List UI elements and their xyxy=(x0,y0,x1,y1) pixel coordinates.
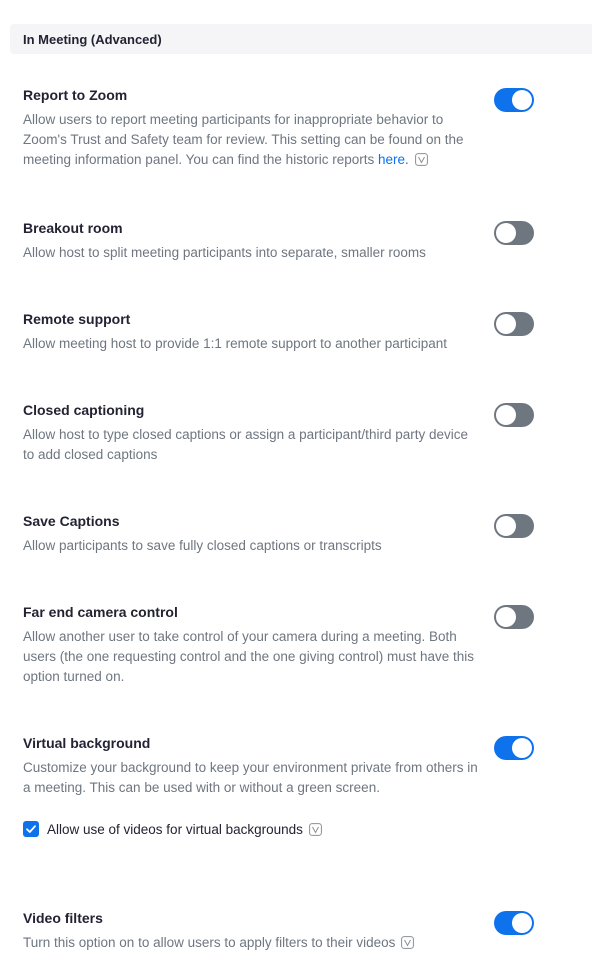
toggle-knob xyxy=(496,223,516,243)
virtual-background-toggle[interactable] xyxy=(494,736,534,760)
setting-video-filters: Video filters Turn this option on to all… xyxy=(23,909,478,953)
setting-description: Allow users to report meeting participan… xyxy=(23,112,464,167)
allow-video-backgrounds-checkbox[interactable] xyxy=(23,821,39,837)
toggle-knob xyxy=(496,516,516,536)
closed-captioning-toggle[interactable] xyxy=(494,403,534,427)
setting-description: Allow another user to take control of yo… xyxy=(23,629,475,684)
report-to-zoom-toggle[interactable] xyxy=(494,88,534,112)
setting-title: Virtual background xyxy=(23,735,151,751)
breakout-room-toggle[interactable] xyxy=(494,221,534,245)
checkbox-label: Allow use of videos for virtual backgrou… xyxy=(47,821,303,837)
save-captions-toggle[interactable] xyxy=(494,514,534,538)
info-icon[interactable] xyxy=(308,822,322,836)
setting-description: Allow meeting host to provide 1:1 remote… xyxy=(23,336,447,351)
toggle-knob xyxy=(512,90,532,110)
toggle-knob xyxy=(496,314,516,334)
video-filters-toggle[interactable] xyxy=(494,911,534,935)
setting-description: Customize your background to keep your e… xyxy=(23,760,478,795)
allow-video-backgrounds-option: Allow use of videos for virtual backgrou… xyxy=(23,820,322,838)
toggle-knob xyxy=(496,607,516,627)
setting-title: Video filters xyxy=(23,910,103,926)
setting-title: Remote support xyxy=(23,311,131,327)
section-header: In Meeting (Advanced) xyxy=(10,24,592,54)
setting-breakout-room: Breakout room Allow host to split meetin… xyxy=(23,219,478,263)
toggle-knob xyxy=(496,405,516,425)
info-icon[interactable] xyxy=(401,936,415,949)
historic-reports-link[interactable]: here. xyxy=(378,152,409,167)
remote-support-toggle[interactable] xyxy=(494,312,534,336)
setting-title: Report to Zoom xyxy=(23,87,128,103)
info-icon[interactable] xyxy=(414,153,428,166)
setting-title: Far end camera control xyxy=(23,604,178,620)
toggle-knob xyxy=(512,738,532,758)
setting-title: Save Captions xyxy=(23,513,120,529)
setting-description: Allow host to split meeting participants… xyxy=(23,245,426,260)
setting-title: Closed captioning xyxy=(23,402,145,418)
setting-closed-captioning: Closed captioning Allow host to type clo… xyxy=(23,401,478,465)
setting-virtual-background: Virtual background Customize your backgr… xyxy=(23,734,478,798)
checkmark-icon xyxy=(26,825,36,833)
setting-far-end-camera-control: Far end camera control Allow another use… xyxy=(23,603,478,687)
setting-save-captions: Save Captions Allow participants to save… xyxy=(23,512,478,556)
setting-remote-support: Remote support Allow meeting host to pro… xyxy=(23,310,478,354)
far-end-camera-control-toggle[interactable] xyxy=(494,605,534,629)
setting-description: Turn this option on to allow users to ap… xyxy=(23,933,478,953)
section-title: In Meeting (Advanced) xyxy=(23,32,162,47)
setting-description: Allow host to type closed captions or as… xyxy=(23,427,468,462)
setting-report-to-zoom: Report to Zoom Allow users to report mee… xyxy=(23,86,478,170)
toggle-knob xyxy=(512,913,532,933)
setting-title: Breakout room xyxy=(23,220,123,236)
setting-description: Allow participants to save fully closed … xyxy=(23,538,382,553)
